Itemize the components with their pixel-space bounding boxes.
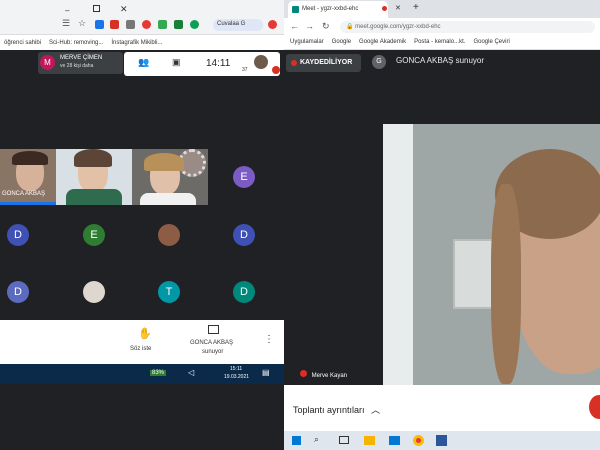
hand-icon[interactable]: ✋ bbox=[138, 327, 152, 340]
left-meet-area bbox=[0, 50, 284, 450]
recording-dot-icon bbox=[291, 60, 297, 66]
extension-teal-icon[interactable] bbox=[190, 20, 199, 29]
chrome-icon[interactable] bbox=[413, 435, 424, 446]
video-tile-participant[interactable] bbox=[56, 149, 132, 205]
bookmark-item[interactable]: Google Çeviri bbox=[473, 39, 509, 45]
speaker-mic-icon bbox=[300, 370, 307, 377]
right-taskbar: ⌕ bbox=[284, 431, 600, 450]
tab-recording-icon bbox=[382, 6, 387, 11]
participant-photo[interactable] bbox=[158, 224, 180, 246]
minimize-icon[interactable]: – bbox=[65, 6, 69, 15]
bookmark-item[interactable]: Google bbox=[332, 39, 351, 45]
details-label: Toplantı ayrıntıları bbox=[293, 405, 365, 415]
pdf-icon[interactable] bbox=[110, 20, 119, 29]
participant-tile[interactable]: E bbox=[233, 166, 255, 188]
url-text: meet.google.com/ygzr-xxbd-ehc bbox=[355, 24, 441, 30]
self-avatar[interactable] bbox=[254, 55, 268, 69]
extension-check-icon[interactable] bbox=[174, 20, 183, 29]
recording-badge[interactable]: KAYDEDİLİYOR bbox=[286, 54, 361, 72]
windows-start-icon[interactable] bbox=[292, 436, 301, 445]
left-bottom-bar: ✋ Söz iste GONCA AKBAŞ sunuyor ⋮ bbox=[0, 320, 284, 364]
more-options-icon[interactable]: ⋮ bbox=[264, 334, 274, 345]
address-bar[interactable]: 🔒 meet.google.com/ygzr-xxbd-ehc bbox=[340, 21, 595, 33]
participant-tile[interactable]: T bbox=[158, 281, 180, 303]
star-icon[interactable]: ☆ bbox=[78, 18, 87, 28]
taskview-icon[interactable] bbox=[339, 436, 349, 444]
hangup-button[interactable] bbox=[589, 395, 600, 419]
left-taskbar: 83% ◁ 15:11 19.03.2021 ▤ bbox=[0, 364, 284, 384]
host-subtitle: ve 28 kişi daha bbox=[60, 63, 94, 69]
lock-icon: 🔒 bbox=[346, 24, 354, 30]
taskbar-date: 19.03.2021 bbox=[224, 374, 250, 380]
left-bookmarks-bar: öğrenci sahibi Sci-Hub: removing... İnst… bbox=[0, 35, 284, 50]
chat-icon[interactable]: ▣ bbox=[172, 57, 181, 68]
extension-green-icon[interactable] bbox=[158, 20, 167, 29]
people-icon[interactable]: 👥 bbox=[138, 57, 149, 68]
presenter-video bbox=[383, 124, 600, 385]
bookmark-item[interactable]: Uygulamalar bbox=[290, 39, 324, 45]
meet-favicon bbox=[292, 6, 299, 13]
bookmark-item[interactable]: Sci-Hub: removing... bbox=[49, 40, 103, 46]
participant-photo[interactable] bbox=[83, 281, 105, 303]
profile-chip[interactable]: Cuvalaa G bbox=[213, 19, 263, 31]
close-icon[interactable]: ✕ bbox=[120, 4, 128, 15]
participant-tile[interactable]: D bbox=[7, 281, 29, 303]
browser-tab[interactable]: Meet - ygzr-xxbd-ehc bbox=[288, 1, 388, 18]
presenting-name: GONCA AKBAŞ bbox=[190, 340, 234, 346]
participants-count: 37 bbox=[242, 67, 248, 73]
maximize-icon[interactable] bbox=[93, 5, 100, 12]
reload-icon[interactable]: ↻ bbox=[322, 21, 330, 32]
extension-grey-icon[interactable] bbox=[126, 20, 135, 29]
volume-icon[interactable]: ◁ bbox=[188, 368, 194, 377]
participant-tile[interactable]: E bbox=[83, 224, 105, 246]
notifications-icon[interactable]: ▤ bbox=[262, 368, 270, 377]
speaker-name: Merve Kayan bbox=[311, 373, 348, 379]
tab-title: Meet - ygzr-xxbd-ehc bbox=[302, 6, 359, 12]
new-tab-icon[interactable]: + bbox=[413, 2, 419, 13]
bookmark-item[interactable]: Google Akademik bbox=[359, 39, 406, 45]
presenting-sub: sunuyor bbox=[202, 349, 224, 355]
left-browser-chrome: – ✕ ☰ ☆ Cuvalaa G öğrenci sahibi Sci-Hub… bbox=[0, 0, 284, 50]
bookmark-item[interactable]: İnstagrafik Mikibli... bbox=[111, 40, 162, 46]
meeting-host-info[interactable]: M MERVE ÇİMEN ve 28 kişi daha bbox=[38, 52, 123, 74]
meeting-time: 14:11 bbox=[206, 58, 231, 69]
meeting-top-panel: 👥 ▣ 14:11 37 bbox=[124, 52, 280, 76]
tab-close-icon[interactable]: ✕ bbox=[395, 4, 401, 12]
battery-badge: 83% bbox=[150, 370, 167, 376]
bookmark-item[interactable]: öğrenci sahibi bbox=[4, 40, 41, 46]
mail-icon[interactable] bbox=[389, 436, 400, 445]
explorer-icon[interactable] bbox=[364, 436, 375, 445]
presenter-info: G GONCA AKBAŞ sunuyor bbox=[372, 55, 485, 69]
chevron-up-icon: ︿ bbox=[371, 405, 381, 415]
recording-label: KAYDEDİLİYOR bbox=[300, 59, 353, 66]
participant-tile[interactable]: D bbox=[7, 224, 29, 246]
present-icon[interactable] bbox=[208, 325, 219, 334]
notification-badge bbox=[272, 66, 280, 74]
host-avatar: M bbox=[40, 55, 55, 70]
search-icon[interactable]: ⌕ bbox=[314, 434, 319, 445]
presenter-text: GONCA AKBAŞ sunuyor bbox=[396, 56, 485, 65]
extension-blue-icon[interactable] bbox=[95, 20, 104, 29]
bookmark-item[interactable]: Posta - kemalo...kt. bbox=[414, 39, 465, 45]
presenter-avatar: G bbox=[372, 55, 386, 69]
word-icon[interactable] bbox=[436, 435, 447, 446]
taskbar-time: 15:11 bbox=[230, 366, 243, 372]
nav-icon[interactable]: ☰ bbox=[62, 18, 71, 28]
presenter-video-label: GONCA AKBAŞ bbox=[2, 191, 46, 197]
profile-label: Cuvalaa G bbox=[217, 21, 246, 27]
opera-menu-icon[interactable] bbox=[268, 20, 277, 29]
host-name: MERVE ÇİMEN bbox=[60, 55, 103, 61]
participant-tile[interactable]: D bbox=[233, 224, 255, 246]
opera-icon[interactable] bbox=[142, 20, 151, 29]
raise-hand-label[interactable]: Söz iste bbox=[130, 346, 151, 352]
participant-tile[interactable]: D bbox=[233, 281, 255, 303]
forward-icon[interactable]: → bbox=[305, 21, 314, 31]
video-tile-participant[interactable] bbox=[132, 149, 208, 205]
speaker-label: Merve Kayan bbox=[300, 370, 347, 379]
back-icon[interactable]: ← bbox=[290, 21, 299, 31]
meeting-details-button[interactable]: Toplantı ayrıntıları ︿ bbox=[293, 403, 380, 416]
right-bookmarks-bar: Uygulamalar Google Google Akademik Posta… bbox=[284, 35, 600, 50]
